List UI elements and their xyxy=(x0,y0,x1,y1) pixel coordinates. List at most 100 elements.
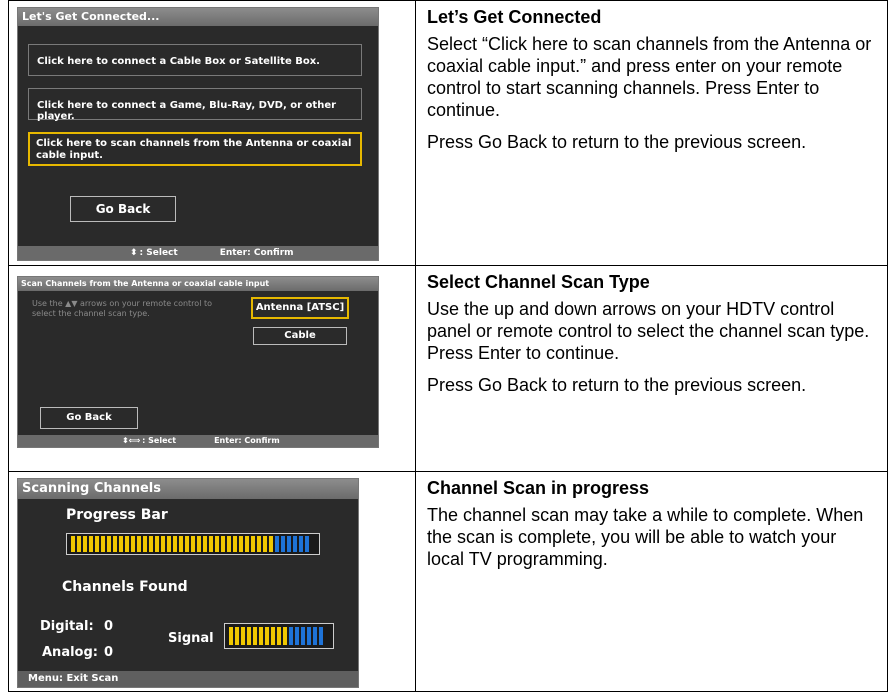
row-lets-get-connected: Let's Get Connected... Click here to con… xyxy=(8,0,888,266)
progress-segment xyxy=(101,536,105,552)
progress-segment xyxy=(137,536,141,552)
progress-segment xyxy=(185,536,189,552)
footer-select: : Select xyxy=(139,248,178,258)
progress-segment xyxy=(287,536,291,552)
signal-segment xyxy=(247,627,251,645)
progress-segment xyxy=(119,536,123,552)
updown-arrows-icon: ⬍⟺ xyxy=(122,436,141,445)
channels-found-label: Channels Found xyxy=(62,579,188,595)
go-back-button[interactable]: Go Back xyxy=(70,196,176,222)
progress-segment xyxy=(131,536,135,552)
screen-title: Scanning Channels xyxy=(18,479,358,499)
description-scan-progress: Channel Scan in progress The channel sca… xyxy=(427,478,877,580)
digital-count: 0 xyxy=(104,619,114,634)
signal-segment xyxy=(295,627,299,645)
signal-segment xyxy=(235,627,239,645)
progress-segment xyxy=(257,536,261,552)
progress-segment xyxy=(239,536,243,552)
analog-label: Analog: xyxy=(42,645,98,660)
progress-segment xyxy=(173,536,177,552)
progress-segment xyxy=(245,536,249,552)
option-cable-box[interactable]: Click here to connect a Cable Box or Sat… xyxy=(28,44,362,76)
manual-table: Let's Get Connected... Click here to con… xyxy=(8,0,888,692)
footer-confirm: Enter: Confirm xyxy=(219,248,294,258)
signal-segment xyxy=(253,627,257,645)
signal-segment xyxy=(229,627,233,645)
progress-segment xyxy=(209,536,213,552)
progress-segment xyxy=(275,536,279,552)
digital-label: Digital: xyxy=(40,619,94,634)
screen-title: Scan Channels from the Antenna or coaxia… xyxy=(18,277,378,291)
column-divider xyxy=(415,266,416,471)
progress-segment xyxy=(215,536,219,552)
analog-count: 0 xyxy=(104,645,114,660)
tv-screen-lets-get-connected: Let's Get Connected... Click here to con… xyxy=(17,7,379,261)
screen-footer: ⬍⟺ : Select Enter: Confirm xyxy=(18,435,378,447)
footer-exit-scan: Menu: Exit Scan xyxy=(28,673,119,684)
progress-segment xyxy=(125,536,129,552)
progress-segment xyxy=(197,536,201,552)
progress-segment xyxy=(305,536,309,552)
progress-segment xyxy=(89,536,93,552)
progress-segment xyxy=(299,536,303,552)
screen-footer: ⬍ : Select Enter: Confirm xyxy=(18,246,378,260)
progress-segment xyxy=(179,536,183,552)
footer-confirm: Enter: Confirm xyxy=(214,436,280,445)
signal-segment xyxy=(271,627,275,645)
column-divider xyxy=(415,1,416,265)
progress-label: Progress Bar xyxy=(66,507,168,523)
updown-arrows-icon: ⬍ xyxy=(130,248,138,258)
signal-segment xyxy=(241,627,245,645)
footer-select: : Select xyxy=(142,436,177,445)
screen-footer: Menu: Exit Scan xyxy=(18,671,358,687)
signal-label: Signal xyxy=(168,631,214,646)
section-heading: Select Channel Scan Type xyxy=(427,272,650,292)
tv-screen-scan-type: Scan Channels from the Antenna or coaxia… xyxy=(17,276,379,448)
column-divider xyxy=(415,472,416,691)
progress-bar xyxy=(66,533,320,555)
instruction-text: Use the ▲▼ arrows on your remote control… xyxy=(32,299,212,318)
progress-segment xyxy=(191,536,195,552)
signal-meter-fill xyxy=(229,627,329,645)
progress-segment xyxy=(281,536,285,552)
progress-bar-fill xyxy=(71,536,315,552)
signal-segment xyxy=(283,627,287,645)
progress-segment xyxy=(293,536,297,552)
go-back-button[interactable]: Go Back xyxy=(40,407,138,429)
row-select-channel-scan-type: Scan Channels from the Antenna or coaxia… xyxy=(8,266,888,472)
paragraph: Select “Click here to scan channels from… xyxy=(427,34,872,120)
option-game-player[interactable]: Click here to connect a Game, Blu-Ray, D… xyxy=(28,88,362,122)
progress-segment xyxy=(113,536,117,552)
progress-segment xyxy=(269,536,273,552)
signal-meter xyxy=(224,623,334,649)
paragraph: Use the up and down arrows on your HDTV … xyxy=(427,299,870,363)
description-lets-get-connected: Let’s Get Connected Select “Click here t… xyxy=(427,7,877,163)
description-scan-type: Select Channel Scan Type Use the up and … xyxy=(427,272,877,406)
option-cable[interactable]: Cable xyxy=(253,327,347,345)
progress-segment xyxy=(221,536,225,552)
progress-segment xyxy=(149,536,153,552)
progress-segment xyxy=(107,536,111,552)
paragraph: Press Go Back to return to the previous … xyxy=(427,132,807,152)
paragraph: The channel scan may take a while to com… xyxy=(427,505,864,569)
progress-segment xyxy=(161,536,165,552)
option-antenna-atsc[interactable]: Antenna [ATSC] xyxy=(251,297,349,319)
progress-segment xyxy=(77,536,81,552)
signal-segment xyxy=(265,627,269,645)
signal-segment xyxy=(289,627,293,645)
paragraph: Press Go Back to return to the previous … xyxy=(427,375,807,395)
progress-segment xyxy=(95,536,99,552)
section-heading: Let’s Get Connected xyxy=(427,7,602,27)
signal-segment xyxy=(307,627,311,645)
screen-title: Let's Get Connected... xyxy=(18,8,378,26)
section-heading: Channel Scan in progress xyxy=(427,478,650,498)
progress-segment xyxy=(143,536,147,552)
signal-segment xyxy=(301,627,305,645)
signal-segment xyxy=(277,627,281,645)
progress-segment xyxy=(251,536,255,552)
signal-segment xyxy=(259,627,263,645)
progress-segment xyxy=(83,536,87,552)
option-scan-antenna[interactable]: Click here to scan channels from the Ant… xyxy=(28,132,362,166)
progress-segment xyxy=(233,536,237,552)
progress-segment xyxy=(71,536,75,552)
